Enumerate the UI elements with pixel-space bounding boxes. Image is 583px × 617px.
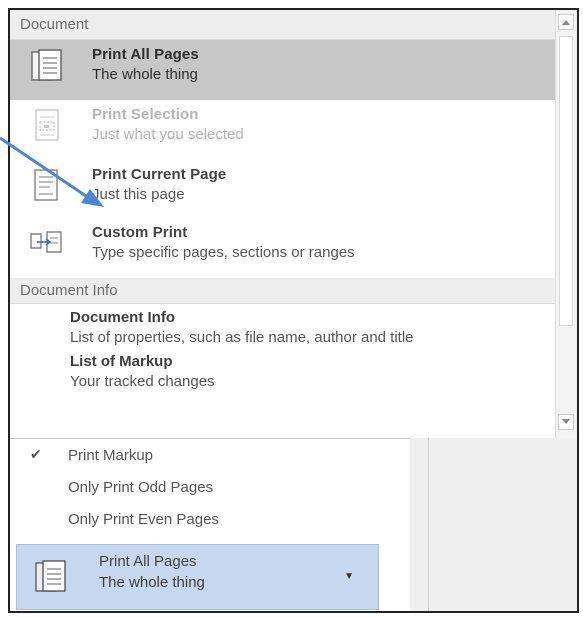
item-subtitle: List of properties, such as file name, a… xyxy=(70,329,414,346)
print-options-list: ✔ Print Markup Only Print Odd Pages Only… xyxy=(10,438,410,535)
checkmark-icon: ✔ xyxy=(30,446,42,462)
chevron-up-icon xyxy=(562,20,570,25)
item-subtitle: The whole thing xyxy=(92,66,198,83)
preview-pane-edge xyxy=(410,438,577,611)
option-only-print-even-pages[interactable]: Only Print Even Pages xyxy=(10,503,410,535)
print-current-page-icon xyxy=(24,168,70,204)
item-subtitle: Your tracked changes xyxy=(70,373,215,390)
scroll-down-button[interactable] xyxy=(558,414,574,430)
item-title: Print Current Page xyxy=(92,166,227,183)
menu-scrollbar[interactable] xyxy=(555,10,577,438)
menu-item-list-of-markup[interactable]: List of Markup Your tracked changes xyxy=(10,348,559,392)
print-all-pages-icon xyxy=(31,557,71,597)
item-title: Print Selection xyxy=(92,106,199,123)
item-title: Print All Pages xyxy=(92,46,199,63)
chevron-down-icon: ▼ xyxy=(344,571,354,582)
print-selection-icon xyxy=(24,108,70,144)
item-title: Custom Print xyxy=(92,224,188,241)
item-subtitle: Just what you selected xyxy=(92,126,244,143)
menu-item-print-all-pages[interactable]: Print All Pages The whole thing xyxy=(10,40,559,100)
item-subtitle: Type specific pages, sections or ranges xyxy=(92,244,355,261)
menu-item-print-current-page[interactable]: Print Current Page Just this page xyxy=(10,160,559,218)
item-title: List of Markup xyxy=(70,353,173,370)
button-title: Print All Pages xyxy=(99,553,197,570)
print-all-pages-icon xyxy=(24,48,70,84)
section-header-document-info: Document Info xyxy=(10,278,559,304)
item-subtitle: Just this page xyxy=(92,186,185,203)
scroll-thumb[interactable] xyxy=(559,36,573,326)
menu-item-custom-print[interactable]: Custom Print Type specific pages, sectio… xyxy=(10,218,559,278)
print-range-menu: Document Print All Pages The whole thing xyxy=(10,10,559,438)
option-print-markup[interactable]: ✔ Print Markup xyxy=(10,439,410,471)
option-only-print-odd-pages[interactable]: Only Print Odd Pages xyxy=(10,471,410,503)
print-pages-dropdown: Document Print All Pages The whole thing xyxy=(8,8,579,613)
custom-print-icon xyxy=(24,226,70,262)
button-subtitle: The whole thing xyxy=(99,574,205,591)
print-all-pages-button[interactable]: Print All Pages The whole thing ▼ xyxy=(16,544,379,610)
chevron-down-icon xyxy=(562,419,570,424)
item-title: Document Info xyxy=(70,309,175,326)
menu-item-print-selection: Print Selection Just what you selected xyxy=(10,100,559,160)
scroll-up-button[interactable] xyxy=(558,14,574,30)
section-header-document: Document xyxy=(10,10,559,40)
